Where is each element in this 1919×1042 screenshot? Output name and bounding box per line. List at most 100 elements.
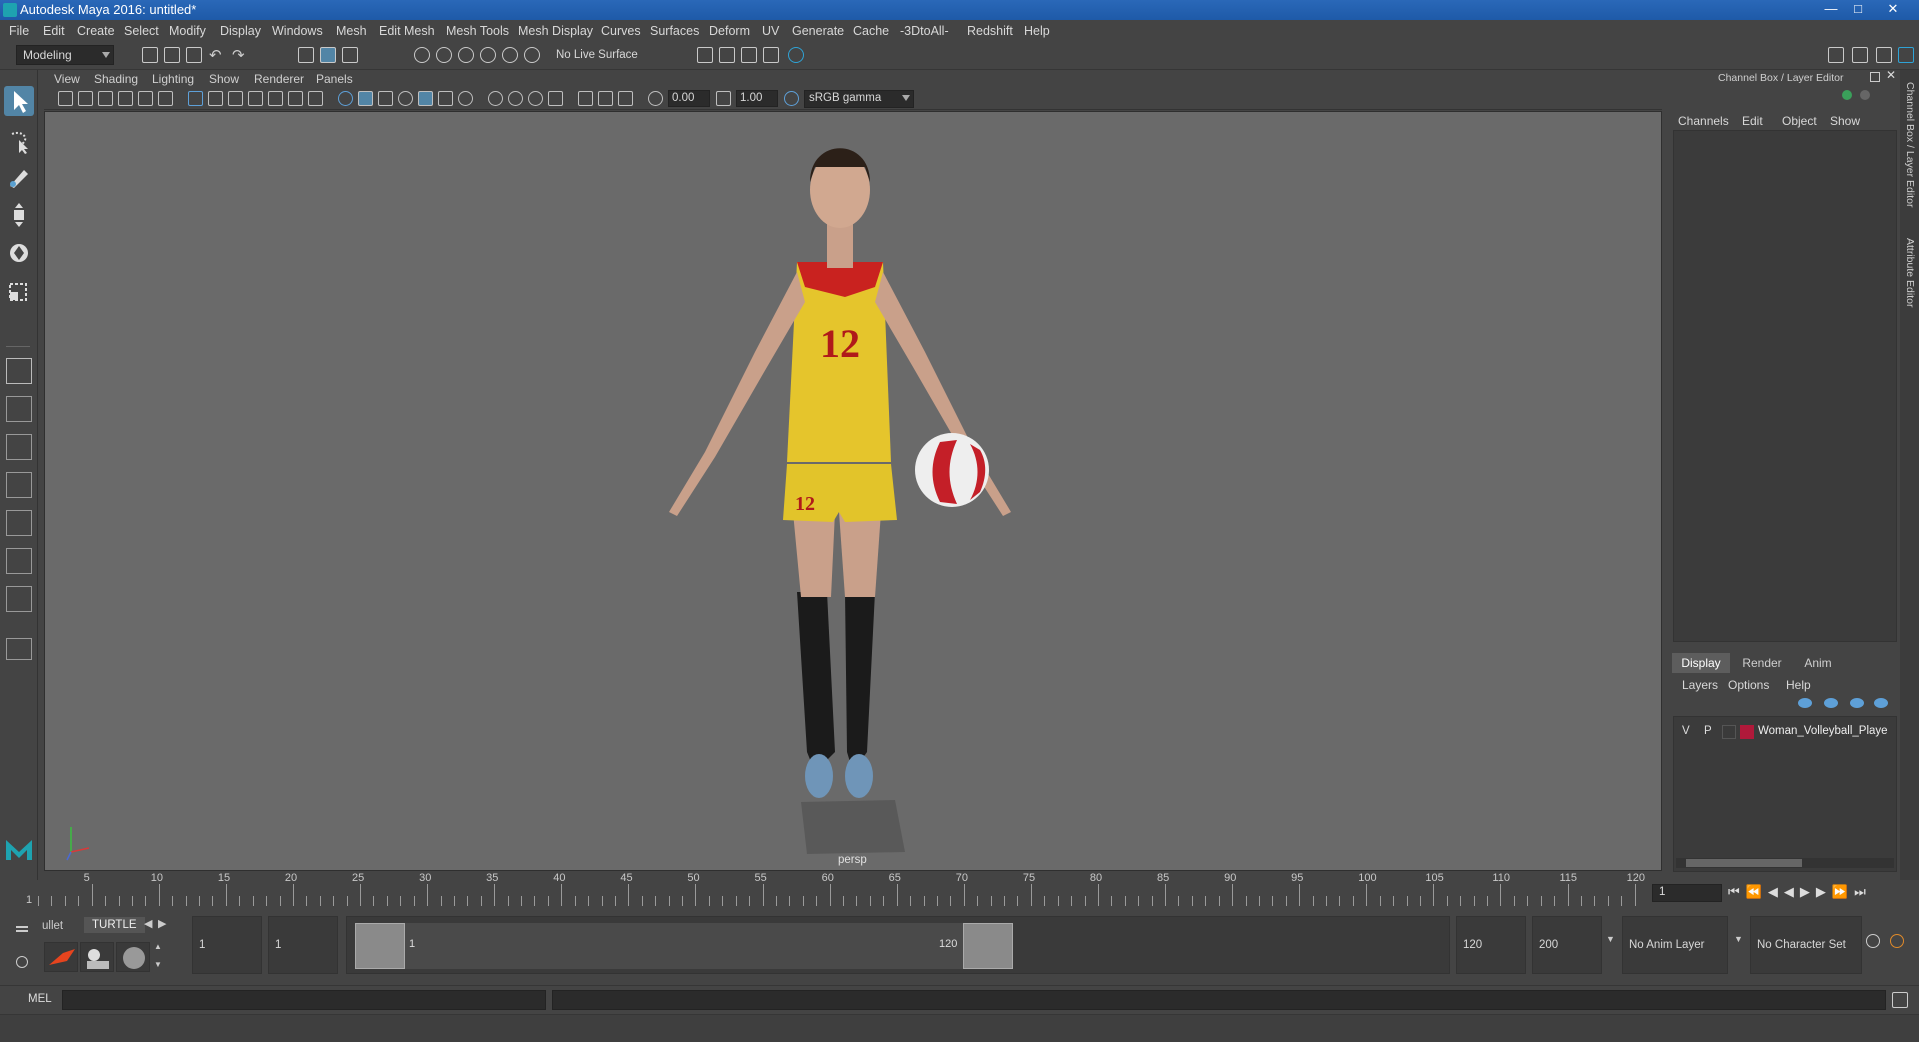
hypershade-layout-icon[interactable] <box>6 586 32 612</box>
close-panel-icon[interactable]: ✕ <box>1886 68 1896 82</box>
cb-object-menu[interactable]: Object <box>1782 114 1817 128</box>
go-to-end-icon[interactable]: ⏭ <box>1854 884 1872 899</box>
playback-start-field[interactable]: 1 <box>268 916 338 974</box>
playback-end-field[interactable]: 120 <box>1456 916 1526 974</box>
colorspace-dropdown[interactable]: sRGB gamma <box>804 90 914 108</box>
scale-tool-icon[interactable] <box>4 276 34 306</box>
shadows-icon[interactable] <box>438 91 453 106</box>
layers-menu[interactable]: Layers <box>1682 678 1718 692</box>
workspace-icon[interactable] <box>1828 47 1844 63</box>
move-layer-up-icon[interactable] <box>1798 698 1812 708</box>
menu-help[interactable]: Help <box>1024 24 1050 38</box>
range-bar[interactable] <box>405 923 963 969</box>
new-scene-icon[interactable] <box>142 47 158 63</box>
select-tool-icon[interactable] <box>4 86 34 116</box>
shelf-tab-bullet[interactable]: ullet <box>42 920 63 932</box>
menu-curves[interactable]: Curves <box>601 24 641 38</box>
step-back-icon[interactable]: ⏪ <box>1746 884 1768 899</box>
image-plane-icon[interactable] <box>118 91 133 106</box>
end-frame-chevron-icon[interactable]: ▼ <box>1606 934 1615 944</box>
safe-action-icon[interactable] <box>288 91 303 106</box>
menu-file[interactable]: File <box>9 24 29 38</box>
menu-edit[interactable]: Edit <box>43 24 65 38</box>
shelf-scroll-up-icon[interactable]: ▲ <box>154 942 162 951</box>
close-icon[interactable]: ✕ <box>1880 0 1906 18</box>
menu-create[interactable]: Create <box>77 24 115 38</box>
end-frame-field[interactable]: 200 <box>1532 916 1602 974</box>
options-menu[interactable]: Options <box>1728 678 1769 692</box>
grid-icon[interactable] <box>188 91 203 106</box>
film-gate-icon[interactable] <box>208 91 223 106</box>
cb-show-menu[interactable]: Show <box>1830 114 1860 128</box>
step-forward-key-icon[interactable]: ▶ <box>1816 884 1832 899</box>
undo-icon[interactable]: ↶ <box>209 46 222 64</box>
menu-redshift[interactable]: Redshift <box>967 24 1013 38</box>
anim-layer-chevron-icon[interactable]: ▼ <box>1734 934 1743 944</box>
select-object-icon[interactable] <box>320 47 336 63</box>
wireframe-on-shaded-icon[interactable] <box>378 91 393 106</box>
select-component-icon[interactable] <box>342 47 358 63</box>
outliner-layout-icon[interactable] <box>6 510 32 536</box>
channel-box-area[interactable] <box>1673 130 1897 642</box>
tab-anim[interactable]: Anim <box>1792 653 1844 673</box>
time-slider[interactable]: 5 10 15 20 25 30 35 40 45 50 55 60 65 70 75 80 85 90 95 100… <box>26 872 1648 906</box>
smooth-shade-icon[interactable] <box>358 91 373 106</box>
step-forward-icon[interactable]: ⏩ <box>1832 884 1854 899</box>
gate-mask-icon[interactable] <box>248 91 263 106</box>
shelf-tab-turtle[interactable]: TURTLE <box>84 917 145 933</box>
layer-scrollbar-thumb[interactable] <box>1686 859 1802 867</box>
panel-menu-renderer[interactable]: Renderer <box>254 72 304 86</box>
start-frame-field[interactable]: 1 <box>192 916 262 974</box>
bullet-rigid-body-icon[interactable] <box>44 942 78 972</box>
field-chart-icon[interactable] <box>268 91 283 106</box>
menu-modify[interactable]: Modify <box>169 24 206 38</box>
turtle-bake-icon[interactable] <box>80 942 114 972</box>
command-language-label[interactable]: MEL <box>28 993 52 1005</box>
gamma-field[interactable]: 1.00 <box>736 90 778 107</box>
shelf-menu-icon[interactable] <box>16 926 28 928</box>
turtle-render-sphere-icon[interactable] <box>116 942 150 972</box>
camera-attributes-icon[interactable] <box>78 91 93 106</box>
layer-help-menu[interactable]: Help <box>1786 678 1811 692</box>
menu-select[interactable]: Select <box>124 24 159 38</box>
menu-mesh-display[interactable]: Mesh Display <box>518 24 593 38</box>
lasso-tool-icon[interactable] <box>4 126 34 156</box>
cb-edit-menu[interactable]: Edit <box>1742 114 1763 128</box>
ipr-render-icon[interactable] <box>741 47 757 63</box>
layer-name[interactable]: Woman_Volleyball_Playe <box>1758 725 1888 737</box>
layer-visibility-toggle[interactable]: V <box>1682 725 1690 737</box>
mode-dropdown[interactable]: Modeling <box>16 45 114 65</box>
channel-settings-icon[interactable] <box>1860 90 1870 100</box>
use-lights-icon[interactable] <box>418 91 433 106</box>
layer-scrollbar[interactable] <box>1676 858 1894 868</box>
menu-surfaces[interactable]: Surfaces <box>650 24 699 38</box>
depth-of-field-icon[interactable] <box>528 91 543 106</box>
menu-mesh-tools[interactable]: Mesh Tools <box>446 24 509 38</box>
move-layer-down-icon[interactable] <box>1824 698 1838 708</box>
bookmark-icon[interactable] <box>98 91 113 106</box>
snap-surface-icon[interactable] <box>502 47 518 63</box>
panel-menu-show[interactable]: Show <box>209 72 239 86</box>
new-empty-layer-icon[interactable] <box>1850 698 1864 708</box>
current-frame-field[interactable]: 1 <box>1652 884 1722 902</box>
layer-row[interactable]: V P Woman_Volleyball_Playe <box>1676 722 1894 742</box>
graph-layout-icon[interactable] <box>6 548 32 574</box>
render-view-icon[interactable] <box>763 47 779 63</box>
minimize-icon[interactable]: — <box>1818 0 1844 18</box>
camera-icon[interactable] <box>58 91 73 106</box>
panel-menu-shading[interactable]: Shading <box>94 72 138 86</box>
play-back-icon[interactable]: ◀ <box>1784 884 1800 899</box>
range-slider-track[interactable]: 1 120 <box>346 916 1450 974</box>
open-scene-icon[interactable] <box>164 47 180 63</box>
redo-icon[interactable]: ↷ <box>232 46 245 64</box>
channel-box-toggle-icon[interactable] <box>1898 47 1914 63</box>
menu-windows[interactable]: Windows <box>272 24 323 38</box>
channels-menu[interactable]: Channels <box>1678 114 1729 128</box>
snap-point-icon[interactable] <box>458 47 474 63</box>
multisample-aa-icon[interactable] <box>508 91 523 106</box>
shelf-scroll[interactable]: ▲ ▼ <box>152 942 164 972</box>
screen-space-ao-icon[interactable] <box>458 91 473 106</box>
panel-menu-lighting[interactable]: Lighting <box>152 72 194 86</box>
panel-menu-view[interactable]: View <box>54 72 80 86</box>
shelf-settings-icon[interactable] <box>16 956 28 968</box>
